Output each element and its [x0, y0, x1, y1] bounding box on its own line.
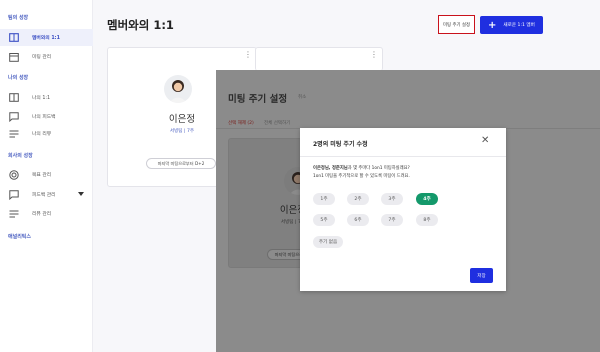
section-title-analytics[interactable]: 애널리틱스 [8, 233, 31, 240]
desc-line1: 과 몇 주마다 1on1 미팅하실래요? [347, 166, 410, 171]
plus-icon: + [488, 19, 497, 31]
sidebar-item-my-1on1[interactable]: 나의 1:1 [0, 89, 93, 106]
option-6-weeks[interactable]: 6주 [347, 214, 369, 226]
modal-divider [300, 156, 506, 157]
section-title-team-growth: 팀의 성장 [8, 15, 29, 21]
tab-select-all[interactable]: 전체 선택하기 [264, 120, 290, 126]
sidebar-item-label: 목표 관리 [32, 173, 52, 178]
chevron-down-icon[interactable] [78, 192, 84, 196]
sidebar-item-label: 멤버와의 1:1 [32, 36, 60, 41]
book-icon [9, 33, 19, 43]
panel-title: 미팅 주기 설정 [228, 94, 288, 105]
member-card[interactable]: ⋮ [255, 47, 383, 71]
sidebar-item-feedback-management[interactable]: 피드백 관리 [0, 186, 93, 203]
close-icon[interactable]: ✕ [481, 136, 489, 146]
edit-meeting-cycle-modal: 2명의 미팅 주기 수정 ✕ 이은정님, 정준지님과 몇 주마다 1on1 미팅… [300, 128, 506, 291]
option-5-weeks[interactable]: 5주 [313, 214, 335, 226]
more-icon[interactable]: ⋮ [370, 51, 378, 59]
sidebar-item-member-1on1[interactable]: 멤버와의 1:1 [0, 29, 93, 46]
option-no-cycle[interactable]: 주기 없음 [313, 236, 343, 248]
sidebar-item-goal-management[interactable]: 목표 관리 [0, 166, 93, 183]
sidebar-item-label: 나의 리뷰 [32, 132, 52, 137]
book-icon [9, 93, 19, 103]
list-icon [9, 209, 19, 219]
last-meeting-badge: 마지막 미팅으로부터 D+2 [146, 158, 216, 169]
option-4-weeks[interactable]: 4주 [416, 193, 438, 205]
option-2-weeks[interactable]: 2주 [347, 193, 369, 205]
option-1-week[interactable]: 1주 [313, 193, 335, 205]
new-member-button-label: 새로운 1:1 멤버 [503, 23, 535, 28]
sidebar-item-label: 미팅 관리 [32, 55, 52, 60]
meeting-cycle-button[interactable]: 미팅 주기 설정 [438, 15, 475, 34]
sidebar-item-my-review[interactable]: 나의 리뷰 [0, 125, 93, 142]
sidebar-item-label: 나의 1:1 [32, 96, 51, 101]
option-3-weeks[interactable]: 3주 [381, 193, 403, 205]
section-title-my-growth: 나의 성장 [8, 75, 29, 81]
panel-cancel-link[interactable]: 취소 [298, 94, 306, 100]
section-title-company-growth: 회사의 성장 [8, 153, 33, 159]
more-icon[interactable]: ⋮ [244, 51, 252, 59]
sidebar-item-label: 나의 피드백 [32, 115, 56, 120]
desc-line2: 1on1 미팅을 주기적으로 할 수 있도록 미팅이 드려요. [313, 174, 410, 179]
option-8-weeks[interactable]: 8주 [416, 214, 438, 226]
target-icon [9, 169, 19, 180]
sidebar: 팀의 성장 멤버와의 1:1 미팅 관리 나의 성장 나의 1:1 나의 피드백… [0, 0, 93, 352]
modal-title: 2명의 미팅 주기 수정 [313, 141, 368, 148]
sidebar-item-review-management[interactable]: 리뷰 관리 [0, 205, 93, 222]
list-icon [9, 129, 19, 139]
desc-member-names: 이은정님, 정준지님 [313, 166, 348, 171]
modal-description: 이은정님, 정준지님과 몇 주마다 1on1 미팅하실래요? 1on1 미팅을 … [313, 165, 498, 181]
sidebar-item-label: 피드백 관리 [32, 193, 56, 198]
option-7-weeks[interactable]: 7주 [381, 214, 403, 226]
sidebar-item-meeting-management[interactable]: 미팅 관리 [0, 48, 93, 65]
chat-icon [9, 189, 19, 200]
sidebar-item-my-feedback[interactable]: 나의 피드백 [0, 108, 93, 125]
calendar-icon [9, 52, 19, 62]
avatar [164, 75, 192, 103]
new-member-button[interactable]: + 새로운 1:1 멤버 [480, 16, 543, 34]
sidebar-item-label: 리뷰 관리 [32, 212, 52, 217]
tab-deselect[interactable]: 선택 해제 (2) [228, 120, 254, 126]
page-title: 멤버와의 1:1 [107, 18, 174, 32]
chat-icon [9, 111, 19, 122]
save-button[interactable]: 저장 [470, 268, 493, 283]
